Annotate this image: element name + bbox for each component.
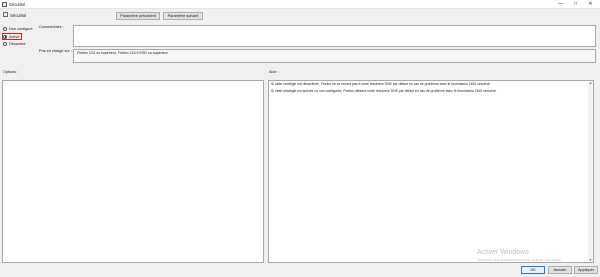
policy-icon xyxy=(2,2,7,7)
ok-button[interactable]: OK xyxy=(521,266,545,274)
options-panel xyxy=(2,80,264,263)
supported-on-value: Firefox 124 ou supérieur, Firefox 115.9 … xyxy=(77,51,168,55)
previous-setting-button[interactable]: Paramètre précédent xyxy=(116,12,160,20)
radio-label: Activé xyxy=(9,34,20,39)
window-title: Sécurisé xyxy=(9,2,26,7)
help-panel xyxy=(268,80,594,263)
next-setting-button[interactable]: Paramètre suivant xyxy=(163,12,203,20)
help-label: Aide : xyxy=(269,70,279,74)
scroll-up-icon[interactable]: ▲ xyxy=(588,81,593,85)
radio-label: Non configuré xyxy=(9,27,33,31)
title-bar xyxy=(0,0,600,9)
cancel-button[interactable]: Annuler xyxy=(548,266,572,274)
scroll-down-icon[interactable]: ▼ xyxy=(588,258,593,262)
minimize-button[interactable]: — xyxy=(555,1,566,8)
close-button[interactable]: ✕ xyxy=(585,1,596,8)
radio-circle-selected-icon[interactable] xyxy=(3,34,7,39)
options-label: Options : xyxy=(3,70,19,74)
comment-label: Commentaire : xyxy=(39,25,64,29)
radio-circle-icon[interactable] xyxy=(3,42,7,46)
help-paragraph: Si cette stratégie est activée ou non co… xyxy=(271,89,497,93)
maximize-button[interactable]: □ xyxy=(570,1,581,8)
radio-disabled[interactable]: Désactivé xyxy=(3,41,26,47)
activation-watermark-title: Activer Windows xyxy=(477,249,529,256)
setting-title: Sécurisé xyxy=(10,12,27,18)
radio-not-configured[interactable]: Non configuré xyxy=(3,26,33,32)
setting-icon xyxy=(3,12,8,17)
radio-enabled[interactable]: Activé xyxy=(3,34,19,40)
comment-textarea[interactable] xyxy=(73,25,596,47)
help-scrollbar[interactable] xyxy=(588,81,593,262)
apply-button[interactable]: Appliquer xyxy=(574,266,598,274)
supported-on-label: Pris en charge sur : xyxy=(39,49,72,53)
radio-circle-icon[interactable] xyxy=(3,27,7,31)
radio-label: Désactivé xyxy=(9,42,26,46)
activation-watermark-subtitle: Accédez aux paramètres pour activer Wind… xyxy=(477,257,562,262)
help-paragraph: Si cette stratégie est désactivée, Firef… xyxy=(271,82,491,86)
